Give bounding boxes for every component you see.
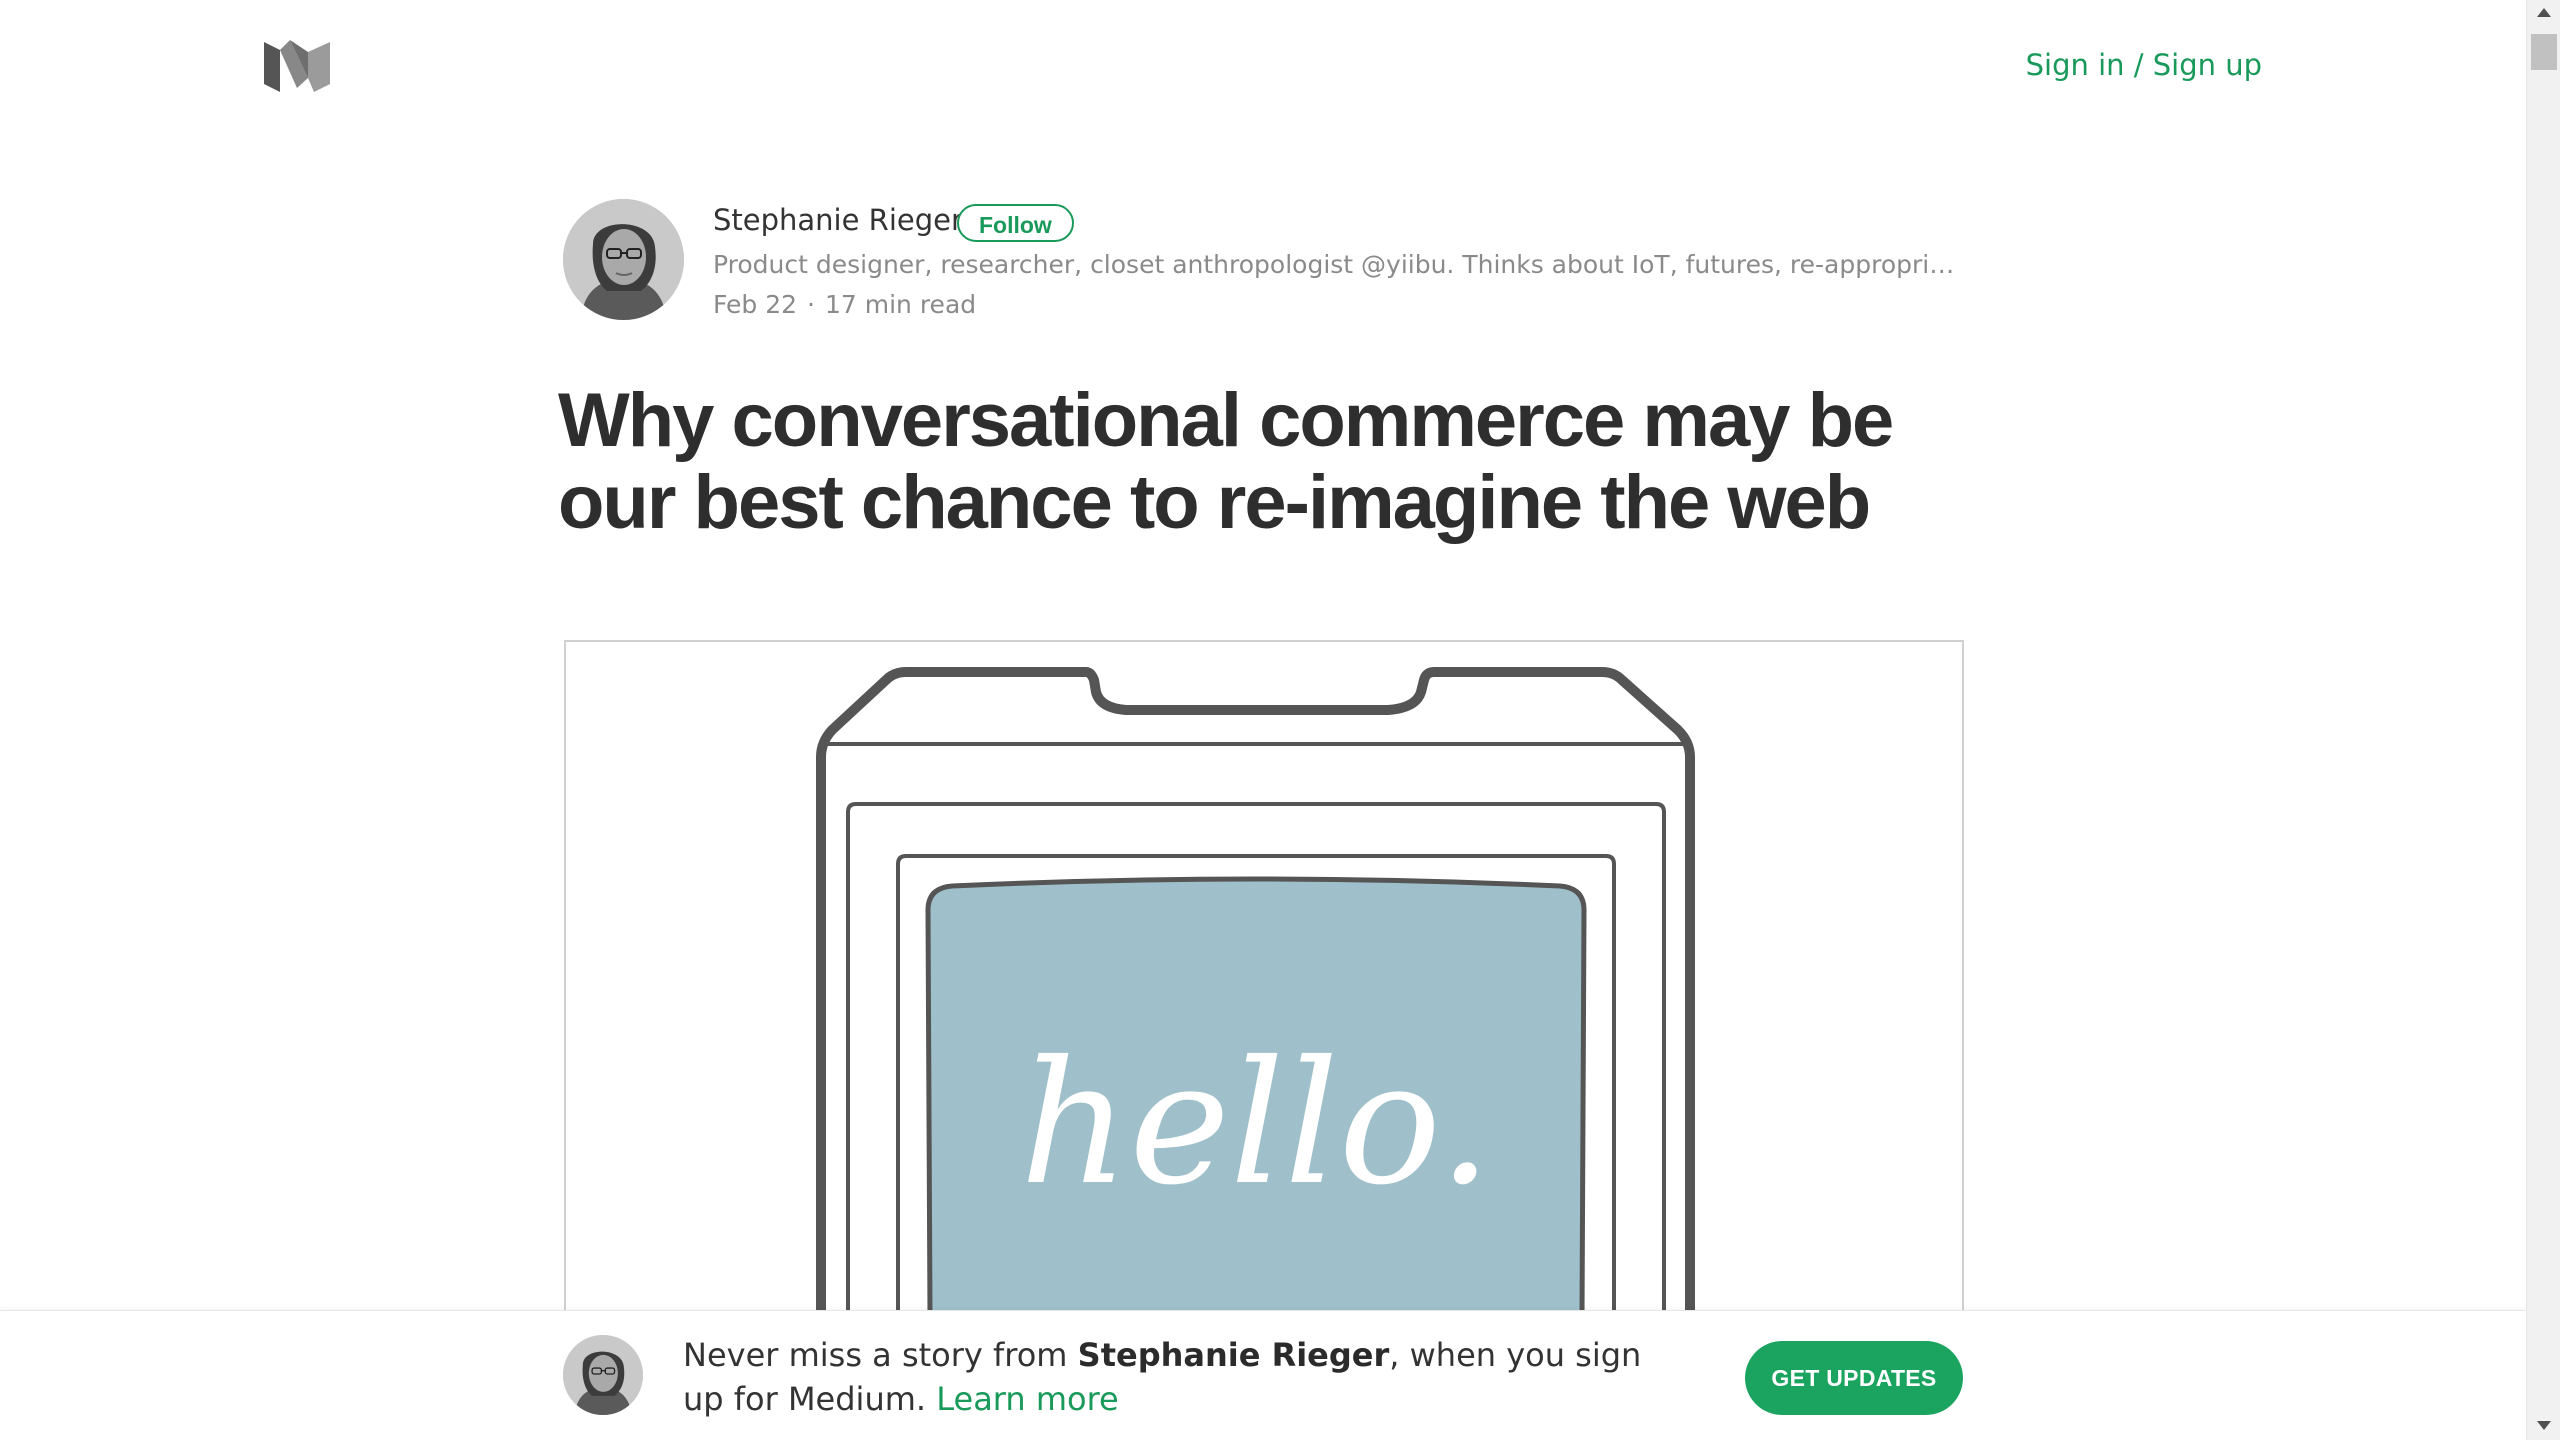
banner-author-name: Stephanie Rieger (1077, 1336, 1390, 1374)
get-updates-button[interactable]: GET UPDATES (1745, 1341, 1963, 1415)
scroll-down-arrow-icon[interactable] (2537, 1421, 2551, 1430)
signup-banner: Never miss a story from Stephanie Rieger… (0, 1310, 2526, 1441)
post-date[interactable]: Feb 22 (713, 290, 797, 319)
banner-author-avatar[interactable] (563, 1335, 643, 1415)
medium-logo-icon[interactable] (264, 38, 330, 94)
banner-text-prefix: Never miss a story from (683, 1336, 1078, 1374)
author-avatar[interactable] (563, 199, 684, 320)
post-meta: Feb 22 · 17 min read (713, 290, 976, 319)
author-name[interactable]: Stephanie Rieger (713, 203, 963, 237)
read-time: 17 min read (824, 290, 977, 319)
hero-screen-text: hello. (1020, 1025, 1492, 1223)
scroll-up-arrow-icon[interactable] (2537, 8, 2551, 17)
page-scrollbar[interactable] (2526, 0, 2560, 1440)
article-title: Why conversational commerce may be our b… (558, 378, 1894, 545)
author-bio: Product designer, researcher, closet ant… (713, 250, 1958, 279)
meta-separator: · (807, 290, 815, 319)
learn-more-link[interactable]: Learn more (936, 1380, 1119, 1418)
banner-message: Never miss a story from Stephanie Rieger… (683, 1333, 1663, 1421)
follow-button[interactable]: Follow (957, 204, 1074, 242)
signin-signup-link[interactable]: Sign in / Sign up (2026, 48, 2262, 82)
page-viewport: Sign in / Sign up Stephanie Rieger Follo… (0, 0, 2526, 1440)
scroll-thumb[interactable] (2531, 34, 2557, 70)
